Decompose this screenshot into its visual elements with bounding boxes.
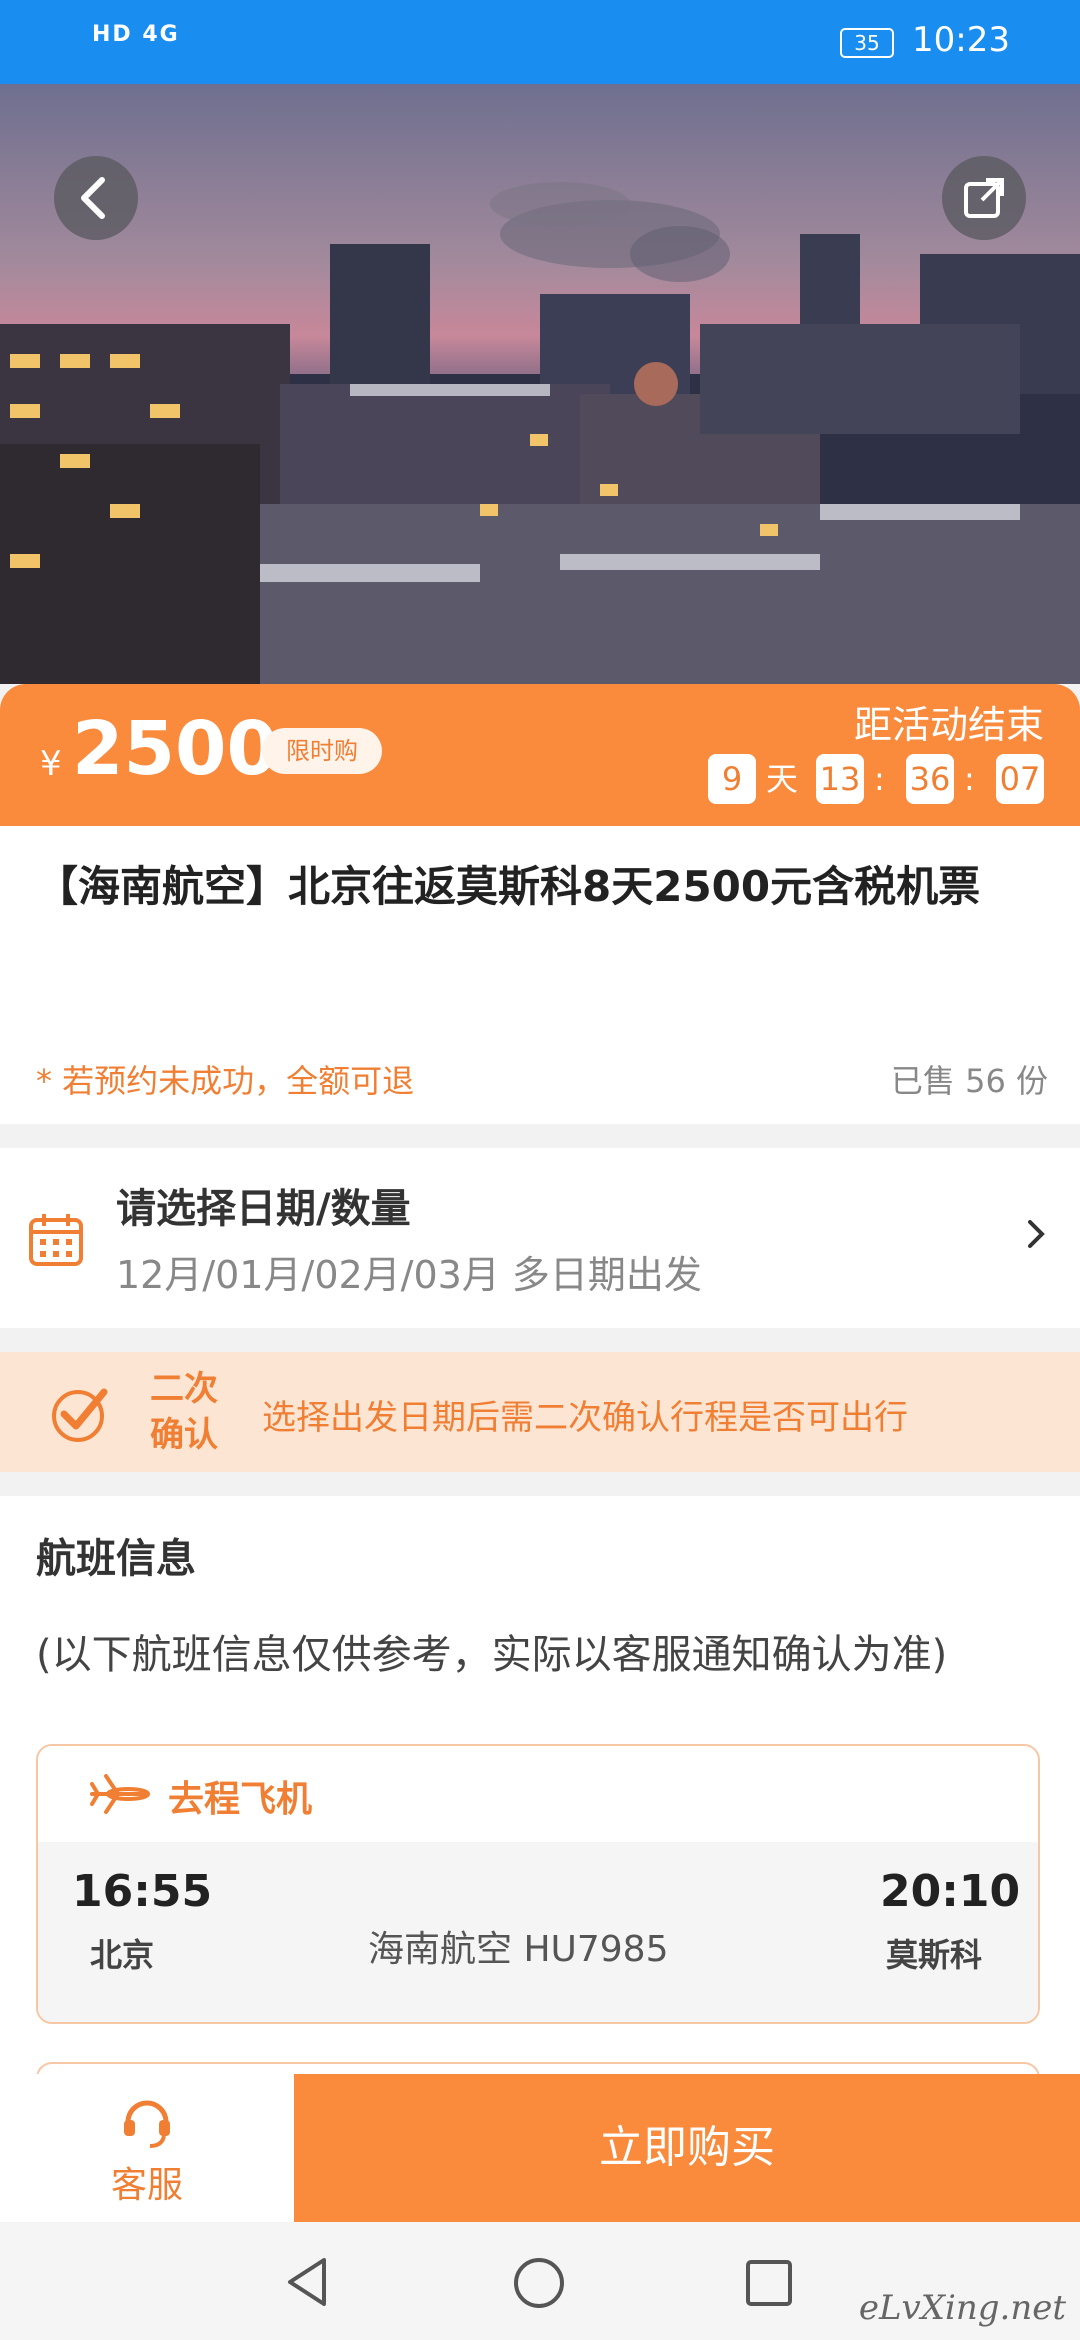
- chevron-right-icon: [1028, 1220, 1045, 1248]
- nav-recents-icon[interactable]: [744, 2258, 794, 2308]
- depart-time: 16:55: [72, 1866, 213, 1917]
- outbound-flight-card: 去程飞机 16:55 北京 海南航空 HU7985 20:10 莫斯科: [36, 1744, 1040, 2024]
- countdown-sep: :: [874, 760, 885, 798]
- sold-count: 已售 56 份: [890, 1062, 1048, 1100]
- depart-city: 北京: [90, 1936, 155, 1974]
- share-icon: [964, 178, 1004, 218]
- nav-home-icon[interactable]: [512, 2256, 566, 2310]
- flight-info-section: 航班信息 (以下航班信息仅供参考，实际以客服通知确认为准) 去程飞机 16:55…: [0, 1496, 1080, 2086]
- confirm-text: 选择出发日期后需二次确认行程是否可出行: [262, 1398, 908, 1438]
- arrive-time: 20:10: [880, 1866, 1021, 1917]
- countdown-seconds: 07: [996, 754, 1044, 804]
- network-indicator: HD 4G: [92, 22, 180, 47]
- refund-note: * 若预约未成功，全额可退: [36, 1062, 415, 1100]
- check-icon: [52, 1388, 108, 1442]
- share-button[interactable]: [942, 156, 1026, 240]
- price-value: 2500: [72, 706, 278, 792]
- plane-icon: [90, 1774, 150, 1814]
- buy-now-button[interactable]: 立即购买: [294, 2074, 1080, 2222]
- countdown-days-unit: 天: [766, 760, 799, 798]
- airline-flight-number: 海南航空 HU7985: [368, 1929, 669, 1970]
- headset-icon: [124, 2100, 170, 2148]
- flight-info-heading: 航班信息: [36, 1536, 196, 1582]
- back-icon: [81, 177, 105, 219]
- currency-symbol: ¥: [40, 744, 62, 784]
- countdown-minutes: 36: [906, 754, 954, 804]
- countdown-sep: :: [964, 760, 975, 798]
- card-header: 去程飞机: [38, 1746, 1038, 1842]
- countdown-days: 9: [708, 754, 756, 804]
- back-button[interactable]: [54, 156, 138, 240]
- countdown-hours: 13: [816, 754, 864, 804]
- flight-details: 16:55 北京 海南航空 HU7985 20:10 莫斯科: [38, 1842, 1038, 2022]
- customer-service-button[interactable]: 客服: [0, 2074, 294, 2222]
- system-nav-bar: eLvXing.net: [0, 2222, 1080, 2340]
- watermark: eLvXing.net: [858, 2288, 1066, 2328]
- product-title: 【海南航空】北京往返莫斯科8天2500元含税机票: [36, 862, 981, 911]
- second-confirm-notice: 二次确认 选择出发日期后需二次确认行程是否可出行: [0, 1352, 1080, 1472]
- outbound-label: 去程飞机: [168, 1779, 313, 1820]
- date-quantity-selector[interactable]: 请选择日期/数量 12月/01月/02月/03月 多日期出发: [0, 1148, 1080, 1328]
- limited-time-tag: 限时购: [262, 728, 382, 774]
- battery-indicator: 35: [840, 28, 894, 58]
- hero-image: [0, 84, 1080, 684]
- cityscape-illustration: [0, 182, 1080, 684]
- customer-service-label: 客服: [110, 2165, 183, 2206]
- bottom-action-bar: 客服 立即购买: [0, 2074, 1080, 2222]
- countdown-label: 距活动结束: [853, 703, 1044, 747]
- calendar-icon: [29, 1214, 83, 1266]
- status-time: 10:23: [912, 20, 1010, 60]
- arrive-city: 莫斯科: [886, 1936, 983, 1974]
- nav-back-icon[interactable]: [282, 2256, 332, 2308]
- date-select-title: 请选择日期/数量: [116, 1186, 411, 1232]
- price-band: ¥ 2500 限时购 距活动结束 9 天 13 : 36 : 07: [0, 684, 1080, 826]
- confirm-tag: 二次确认: [150, 1369, 218, 1455]
- flight-info-note: (以下航班信息仅供参考，实际以客服通知确认为准): [36, 1632, 948, 1678]
- date-select-subtitle: 12月/01月/02月/03月 多日期出发: [116, 1253, 702, 1297]
- status-bar: HD 4G 35 10:23: [0, 0, 1080, 84]
